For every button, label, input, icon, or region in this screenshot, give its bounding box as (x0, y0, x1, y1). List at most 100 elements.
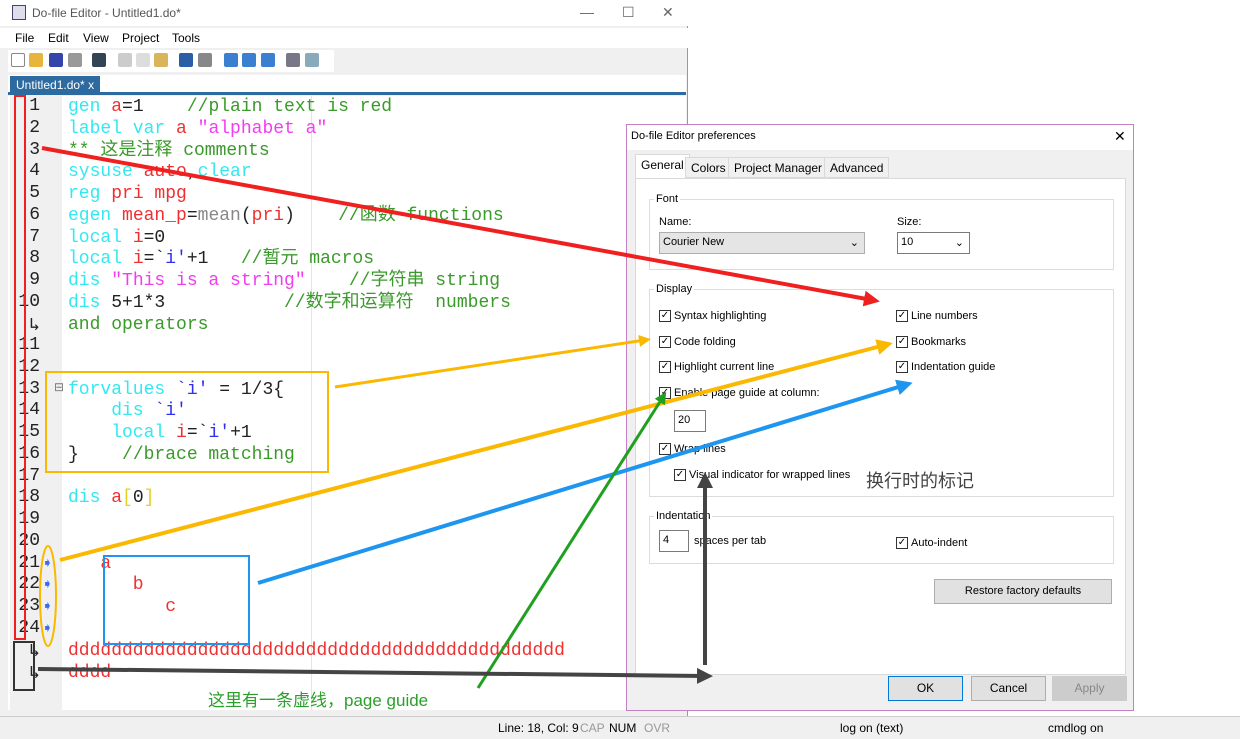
print-icon[interactable] (68, 53, 82, 67)
code-line: dddddddddddddddddddddddddddddddddddddddd… (68, 641, 565, 661)
undo-icon[interactable] (179, 53, 193, 67)
page-guide-checkbox[interactable]: ✓ Enable page guide at column: (659, 387, 820, 399)
wrap-indicator-icon: ↳ (29, 664, 40, 684)
line-number: 2 (29, 118, 40, 138)
code-token: ** 这是注释 comments (68, 141, 270, 161)
line-number: 12 (18, 357, 40, 377)
checkbox-label: Highlight current line (674, 361, 775, 373)
general-panel: Font Name: Courier New ⌄ Size: 10 ⌄ Displa… (635, 178, 1126, 675)
line-number: 15 (18, 422, 40, 442)
code-token: 0 (132, 488, 144, 508)
font-size-select[interactable]: 10 ⌄ (897, 232, 970, 254)
code-token: local (68, 423, 177, 443)
line-number: 3 (29, 140, 40, 160)
font-name-label: Name: (659, 216, 692, 228)
cancel-button[interactable]: Cancel (971, 676, 1046, 701)
tab-label: Untitled1.do* (16, 78, 85, 92)
minimize-button[interactable]: — (580, 4, 594, 20)
line-number: 17 (18, 466, 40, 486)
visual-indicator-checkbox[interactable]: ✓ Visual indicator for wrapped lines (674, 469, 850, 481)
ok-button[interactable]: OK (888, 676, 963, 701)
bookmark-icon[interactable]: ➧ (42, 576, 53, 592)
line-numbers-checkbox[interactable]: ✓ Line numbers (896, 310, 978, 322)
code-line: reg pri mpg (68, 184, 187, 204)
maximize-button[interactable]: ☐ (622, 4, 635, 21)
move-up-icon[interactable] (242, 53, 256, 67)
cut-icon[interactable] (118, 53, 132, 67)
move-down-icon[interactable] (261, 53, 275, 67)
bookmark-icon[interactable]: ➧ (42, 620, 53, 636)
line-number: 7 (29, 227, 40, 247)
code-line: dddd (68, 663, 111, 683)
tab-advanced[interactable]: Advanced (824, 157, 890, 178)
wrap-indicator-icon: ↳ (29, 642, 40, 662)
menu-tools[interactable]: Tools (172, 31, 200, 45)
checkbox-label: Auto-indent (911, 537, 968, 549)
code-token: b (68, 575, 144, 595)
code-token: sysuse (68, 162, 144, 182)
font-group-label: Font (654, 193, 681, 205)
bookmark-icon[interactable]: ➧ (42, 598, 53, 614)
bookmarks-checkbox[interactable]: ✓ Bookmarks (896, 336, 966, 348)
copy-icon[interactable] (136, 53, 150, 67)
execute-icon[interactable] (305, 53, 319, 67)
code-token: a (176, 119, 198, 139)
find-icon[interactable] (92, 53, 106, 67)
code-token: reg (68, 184, 112, 204)
chevron-down-icon: ⌄ (849, 237, 859, 249)
code-token: =` (143, 249, 166, 269)
fold-toggle-icon[interactable]: ⊟ (54, 380, 64, 394)
code-line: egen mean_p=mean(pri) //函数 functions (68, 206, 504, 226)
line-number: 18 (18, 487, 40, 507)
close-button[interactable]: ✕ (662, 4, 674, 21)
redo-icon[interactable] (198, 53, 212, 67)
wrap-marker-annotation: 换行时的标记 (866, 471, 974, 491)
auto-indent-checkbox[interactable]: ✓ Auto-indent (896, 537, 967, 549)
line-number: 9 (29, 270, 40, 290)
highlight-line-checkbox[interactable]: ✓ Highlight current line (659, 361, 774, 373)
syntax-highlighting-checkbox[interactable]: ✓ Syntax highlighting (659, 310, 766, 322)
check-icon: ✓ (659, 336, 671, 348)
check-icon: ✓ (659, 443, 671, 455)
check-icon: ✓ (896, 537, 908, 549)
wrap-lines-checkbox[interactable]: ✓ Wrap lines (659, 443, 726, 455)
spaces-per-tab-input[interactable]: 4 (659, 530, 689, 552)
menu-view[interactable]: View (83, 31, 109, 45)
code-token: i (176, 423, 187, 443)
code-folding-checkbox[interactable]: ✓ Code folding (659, 336, 736, 348)
open-icon[interactable] (29, 53, 43, 67)
tab-strip (8, 75, 686, 95)
save-icon[interactable] (49, 53, 63, 67)
dialog-close-button[interactable]: ✕ (1114, 128, 1126, 145)
indent-icon[interactable] (224, 53, 238, 67)
menu-project[interactable]: Project (122, 31, 159, 45)
num-indicator: NUM (609, 721, 637, 735)
paste-icon[interactable] (154, 53, 168, 67)
tab-colors[interactable]: Colors (685, 157, 732, 178)
new-file-icon[interactable] (11, 53, 25, 67)
dialog-title-bar: Do-file Editor preferences ✕ (627, 125, 1133, 150)
bookmark-icon[interactable]: ➧ (42, 555, 53, 571)
code-token: dddd (68, 663, 112, 683)
indentation-guide-checkbox[interactable]: ✓ Indentation guide (896, 361, 995, 373)
restore-defaults-button[interactable]: Restore factory defaults (934, 579, 1112, 604)
tab-close-icon[interactable]: x (88, 78, 94, 92)
tab-general[interactable]: General (635, 154, 690, 179)
font-name-select[interactable]: Courier New ⌄ (659, 232, 865, 254)
tab-project-manager[interactable]: Project Manager (728, 157, 829, 178)
code-token: dis (68, 401, 155, 421)
line-number: 19 (18, 509, 40, 529)
page-guide-line (311, 96, 312, 710)
code-line: dis 5+1*3 //数字和运算符 numbers (68, 293, 511, 313)
page-guide-column-input[interactable]: 20 (674, 410, 706, 432)
tab-untitled1[interactable]: Untitled1.do* x (10, 76, 101, 94)
apply-button[interactable]: Apply (1052, 676, 1127, 701)
menu-edit[interactable]: Edit (48, 31, 69, 45)
code-token: [ (122, 488, 133, 508)
menu-file[interactable]: File (15, 31, 34, 45)
code-token: dis (68, 271, 112, 291)
code-token: mean (197, 206, 241, 226)
preview-icon[interactable] (286, 53, 300, 67)
ovr-indicator: OVR (644, 721, 671, 735)
code-token: and operators (68, 315, 209, 335)
